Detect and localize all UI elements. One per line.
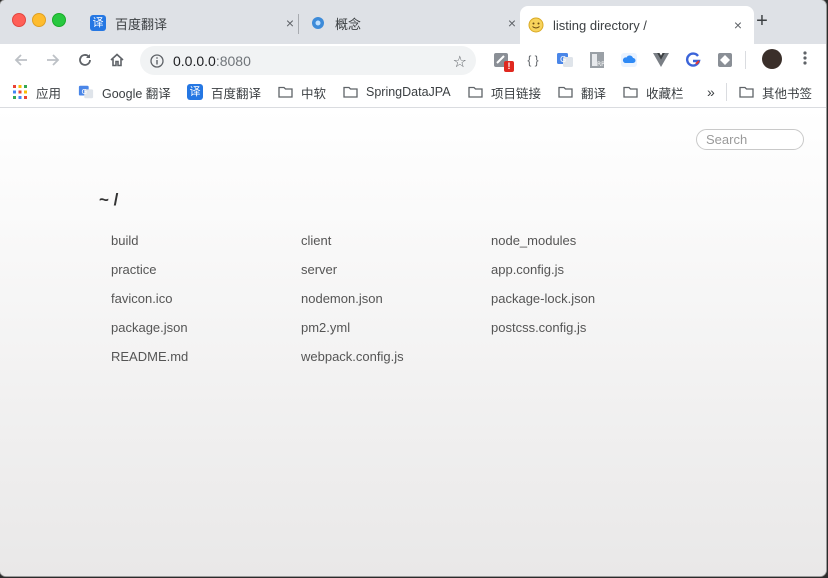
forward-arrow-icon	[47, 54, 60, 66]
tab-separator	[298, 14, 299, 34]
reload-button[interactable]	[74, 49, 96, 71]
menu-icon[interactable]	[802, 50, 808, 66]
bookmarks-bar: 应用 G Google 翻译 译 百度翻译 中软 SpringDataJPA 项…	[0, 77, 826, 108]
file-link[interactable]: README.md	[111, 349, 301, 378]
json-viewer-icon[interactable]: { }	[524, 51, 542, 69]
concept-icon	[310, 15, 326, 31]
home-button[interactable]	[106, 49, 128, 71]
smiley-icon	[528, 17, 544, 33]
file-link[interactable]: server	[301, 262, 491, 291]
new-tab-button[interactable]: +	[752, 10, 772, 33]
address-bar[interactable]: 0.0.0.0:8080 ☆	[140, 46, 476, 75]
tab-concept[interactable]: 概念 ×	[302, 6, 528, 40]
bookmark-label: 其他书签	[762, 86, 813, 101]
bookmarks-divider	[726, 83, 727, 101]
profile-avatar[interactable]	[762, 49, 782, 69]
file-link[interactable]: client	[301, 233, 491, 262]
zoom-window-button[interactable]	[52, 13, 66, 27]
rp-extension-icon[interactable]: RP	[588, 51, 606, 69]
dark-extension-icon[interactable]	[716, 51, 734, 69]
file-link[interactable]: nodemon.json	[301, 291, 491, 320]
bookmark-folder-favorites[interactable]: 收藏栏	[622, 82, 684, 102]
file-link[interactable]: package-lock.json	[491, 291, 681, 320]
toolbar-divider	[745, 51, 746, 69]
bookmark-label: 中软	[301, 86, 327, 101]
bookmark-label: 收藏栏	[646, 86, 684, 101]
baidu-translate-icon: 译	[187, 84, 203, 100]
bookmark-folder-project-links[interactable]: 项目链接	[467, 82, 541, 102]
file-link[interactable]: build	[111, 233, 301, 262]
file-link[interactable]: node_modules	[491, 233, 681, 262]
tab-strip: 译 百度翻译 × 概念 × listing directory / × +	[0, 0, 826, 44]
back-button[interactable]	[10, 49, 32, 71]
file-link[interactable]: webpack.config.js	[301, 349, 491, 378]
home-icon	[110, 53, 124, 67]
bookmark-label: 翻译	[581, 86, 607, 101]
file-link[interactable]: pm2.yml	[301, 320, 491, 349]
baidu-translate-icon: 译	[90, 15, 106, 31]
bookmark-baidu-translate[interactable]: 译 百度翻译	[187, 82, 261, 102]
tab-baidu-translate[interactable]: 译 百度翻译 ×	[82, 6, 306, 40]
bookmark-star-icon[interactable]: ☆	[453, 52, 467, 72]
folder-icon	[467, 85, 483, 99]
google-translate-icon: G	[78, 85, 94, 99]
svg-text:G: G	[560, 55, 566, 64]
tab-listing-directory[interactable]: listing directory / ×	[520, 6, 754, 44]
tab-title: 概念	[335, 16, 362, 32]
extension-badge: !	[504, 61, 514, 72]
file-link[interactable]: practice	[111, 262, 301, 291]
minimize-window-button[interactable]	[32, 13, 46, 27]
file-link[interactable]: favicon.ico	[111, 291, 301, 320]
folder-icon	[277, 85, 293, 99]
bookmark-folder-zhongruan[interactable]: 中软	[277, 82, 326, 102]
bookmark-label: 应用	[36, 86, 62, 101]
svg-text:RP: RP	[597, 61, 605, 68]
tab-title: listing directory /	[553, 17, 647, 33]
tab-title: 百度翻译	[115, 16, 168, 32]
bookmark-folder-springdatajpa[interactable]: SpringDataJPA	[342, 82, 451, 102]
close-tab-icon[interactable]: ×	[282, 15, 298, 31]
file-link[interactable]: app.config.js	[491, 262, 681, 291]
apps-grid-icon	[12, 85, 28, 99]
bookmark-label: 百度翻译	[211, 86, 262, 101]
svg-text:G: G	[82, 87, 88, 96]
bookmark-folder-other[interactable]: 其他书签	[738, 82, 812, 102]
bookmark-label: 项目链接	[491, 86, 542, 101]
back-arrow-icon	[14, 54, 27, 66]
page-title: ~ /	[99, 190, 119, 209]
directory-listing-page: ~ / buildclientnode_modules practiceserve…	[0, 108, 826, 576]
reload-icon	[79, 54, 91, 66]
toolbar: 0.0.0.0:8080 ☆ { } G RP	[0, 44, 826, 77]
bookmarks-overflow-chevron-icon[interactable]: »	[707, 82, 715, 102]
bookmark-label: SpringDataJPA	[366, 85, 451, 99]
file-link[interactable]: package.json	[111, 320, 301, 349]
folder-icon	[557, 85, 573, 99]
vue-devtools-icon[interactable]	[652, 51, 670, 69]
g-extension-icon[interactable]	[684, 51, 702, 69]
url-text: 0.0.0.0:8080	[173, 52, 251, 69]
browser-window: 译 百度翻译 × 概念 × listing directory / × + 0.…	[0, 0, 826, 576]
bookmark-apps[interactable]: 应用	[12, 82, 61, 102]
bookmark-google-translate[interactable]: G Google 翻译	[78, 82, 171, 102]
forward-button[interactable]	[42, 49, 64, 71]
folder-icon	[738, 85, 754, 99]
bookmark-label: Google 翻译	[102, 86, 171, 101]
close-window-button[interactable]	[12, 13, 26, 27]
close-tab-icon[interactable]: ×	[730, 17, 746, 33]
info-icon[interactable]	[150, 53, 164, 68]
close-tab-icon[interactable]: ×	[504, 15, 520, 31]
search-input[interactable]	[696, 129, 804, 150]
file-list: build client node_modules practice server app…	[111, 233, 711, 378]
google-translate-icon[interactable]: G	[556, 51, 574, 69]
folder-icon	[342, 85, 358, 99]
cloud-icon[interactable]	[620, 51, 638, 69]
file-link[interactable]: postcss.config.js	[491, 320, 681, 349]
folder-icon	[622, 85, 638, 99]
bookmark-folder-translate[interactable]: 翻译	[557, 82, 606, 102]
